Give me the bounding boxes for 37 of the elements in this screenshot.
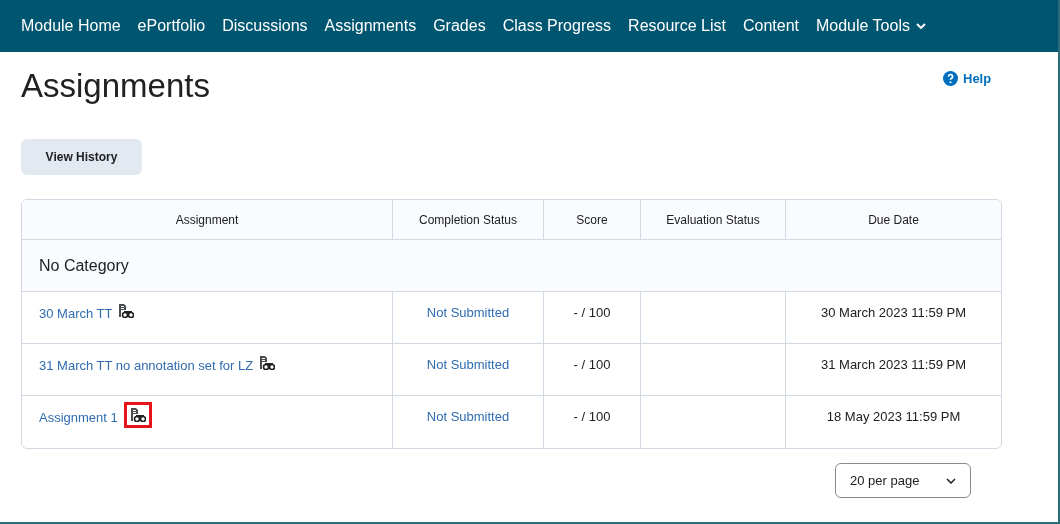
nav-link[interactable]: Grades bbox=[433, 14, 486, 38]
assignment-link[interactable]: 30 March TT bbox=[39, 304, 113, 324]
table-cell-text: - / 100 bbox=[573, 356, 611, 374]
status-link[interactable]: Not Submitted bbox=[426, 303, 510, 343]
document-binoculars-icon bbox=[118, 304, 135, 318]
assignment-link[interactable]: 31 March TT no annotation set for LZ bbox=[39, 356, 254, 376]
column-header: Assignment bbox=[175, 211, 239, 229]
column-header: Due Date bbox=[868, 211, 919, 229]
nav-link[interactable]: Content bbox=[742, 14, 799, 38]
column-header: Score bbox=[576, 211, 608, 229]
nav-link[interactable]: Module Home bbox=[21, 14, 121, 38]
document-binoculars-icon bbox=[259, 356, 276, 370]
table-cell-text: 31 March 2023 11:59 PM bbox=[821, 356, 966, 374]
column-header: Evaluation Status bbox=[666, 211, 760, 229]
chevron-down-icon bbox=[915, 23, 926, 29]
page-title: Assignments bbox=[21, 66, 210, 106]
table-cell-text: 18 May 2023 11:59 PM bbox=[826, 408, 961, 426]
status-link[interactable]: Not Submitted bbox=[426, 407, 510, 448]
help-icon bbox=[943, 71, 958, 87]
table-cell-text: - / 100 bbox=[573, 304, 611, 322]
category-label: No Category bbox=[39, 255, 129, 276]
nav-link[interactable]: Assignments bbox=[324, 14, 417, 38]
status-link[interactable]: Not Submitted bbox=[426, 355, 510, 395]
nav-link[interactable]: Resource List bbox=[628, 14, 726, 38]
document-binoculars-icon bbox=[129, 408, 146, 422]
table-cell-text: - / 100 bbox=[573, 408, 611, 426]
help-link[interactable]: Help bbox=[943, 69, 992, 89]
nav-link[interactable]: ePortfolio bbox=[137, 14, 206, 38]
nav-link[interactable]: Module Tools bbox=[816, 14, 926, 38]
per-page-select[interactable]: 20 per page bbox=[835, 463, 971, 498]
nav-link[interactable]: Class Progress bbox=[502, 14, 612, 38]
table-cell-text: 30 March 2023 11:59 PM bbox=[821, 304, 966, 322]
chevron-down-icon bbox=[946, 477, 956, 484]
view-history-button[interactable]: View History bbox=[21, 139, 142, 175]
assignment-link[interactable]: Assignment 1 bbox=[39, 408, 118, 428]
nav-link[interactable]: Discussions bbox=[222, 14, 308, 38]
column-header: Completion Status bbox=[418, 211, 518, 229]
